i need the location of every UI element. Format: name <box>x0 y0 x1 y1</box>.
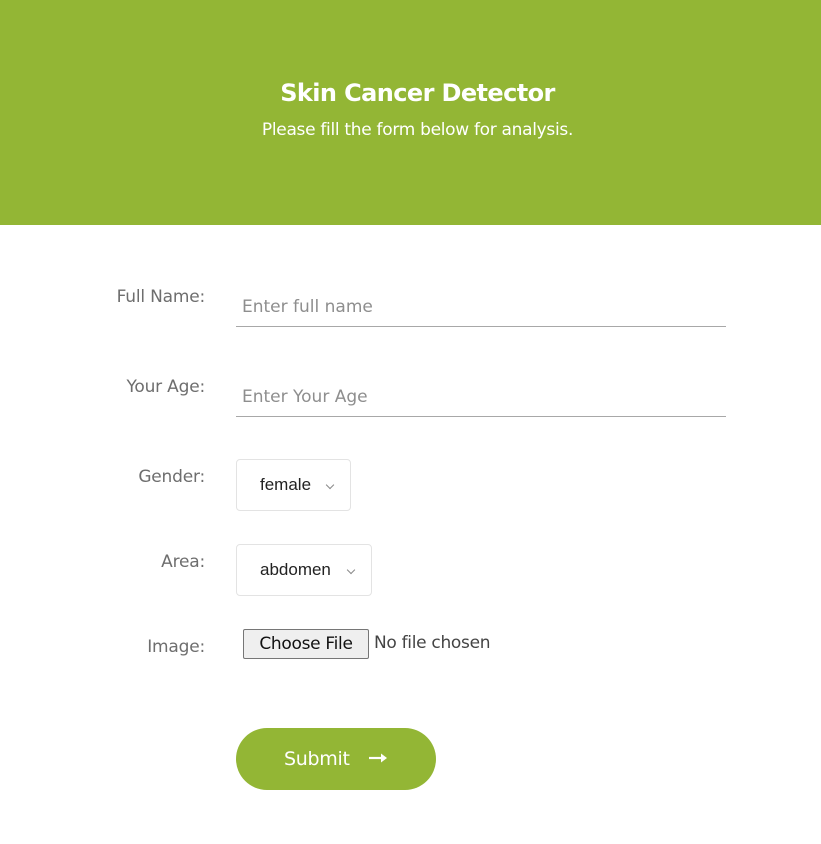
area-select[interactable]: abdomen <box>236 544 372 596</box>
arrow-right-icon <box>369 753 387 763</box>
area-select-value: abdomen <box>260 560 331 579</box>
page-subtitle: Please fill the form below for analysis. <box>261 120 574 140</box>
submit-label: Submit <box>284 748 350 770</box>
age-input[interactable] <box>236 377 726 417</box>
gender-select-value: female <box>260 475 312 494</box>
full-name-input[interactable] <box>236 287 726 327</box>
gender-label: Gender: <box>138 467 205 487</box>
chevron-down-icon <box>346 565 356 575</box>
area-label: Area: <box>161 552 205 572</box>
page-title: Skin Cancer Detector <box>280 79 555 107</box>
choose-file-button[interactable]: Choose File <box>243 629 369 659</box>
header-banner: Skin Cancer Detector Please fill the for… <box>0 0 821 225</box>
chevron-down-icon <box>325 480 335 490</box>
image-label: Image: <box>147 637 205 657</box>
full-name-label: Full Name: <box>116 287 206 307</box>
submit-button[interactable]: Submit <box>236 728 436 790</box>
file-status-text: No file chosen <box>374 633 491 653</box>
age-label: Your Age: <box>126 377 205 397</box>
gender-select[interactable]: female <box>236 459 351 511</box>
